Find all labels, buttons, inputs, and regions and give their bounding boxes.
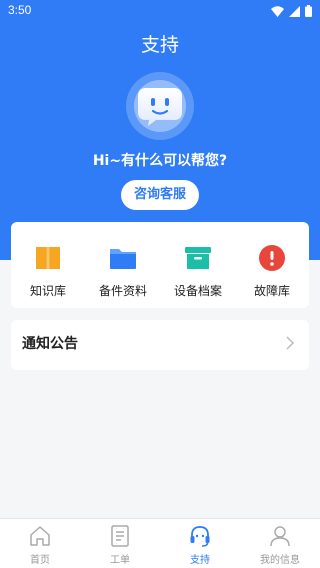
- tab-label: 支持: [190, 555, 210, 566]
- home-icon: [30, 526, 50, 546]
- notice-row[interactable]: 通知公告: [11, 320, 309, 370]
- quick-link-fault-library[interactable]: 故障库: [235, 222, 309, 308]
- chatbot-icon: [138, 88, 182, 126]
- notice-title: 通知公告: [22, 336, 78, 352]
- tab-work-order[interactable]: 工单: [80, 519, 160, 568]
- headset-icon: [190, 526, 210, 547]
- tab-label: 工单: [110, 555, 130, 566]
- document-icon: [111, 525, 129, 547]
- bottom-tabbar: 首页 工单 支持 我的信息: [0, 518, 320, 568]
- tab-support[interactable]: 支持: [160, 519, 240, 568]
- status-time: 3:50: [8, 3, 32, 17]
- folder-icon: [110, 249, 136, 269]
- quick-links-card: 知识库 备件资料 设备档案 故障库: [11, 222, 309, 308]
- battery-icon: [305, 5, 312, 17]
- chevron-right-icon: [286, 336, 295, 350]
- book-icon: [36, 247, 60, 269]
- user-icon: [270, 526, 290, 547]
- tab-home[interactable]: 首页: [0, 519, 80, 568]
- signal-icon: [289, 5, 300, 17]
- tab-my-info[interactable]: 我的信息: [240, 519, 320, 568]
- alert-icon: [259, 245, 285, 271]
- quick-link-label: 设备档案: [173, 284, 222, 298]
- status-bar: 3:50: [0, 0, 320, 22]
- tab-label: 我的信息: [260, 555, 300, 566]
- status-icons: [271, 5, 312, 17]
- quick-link-equipment-archive[interactable]: 设备档案: [161, 222, 235, 308]
- wifi-icon: [271, 5, 284, 17]
- page-title: 支持: [140, 34, 179, 56]
- consult-service-button[interactable]: 咨询客服: [121, 180, 199, 210]
- quick-link-label: 备件资料: [98, 284, 147, 298]
- archive-box-icon: [185, 247, 211, 269]
- greeting-text: Hi~有什么可以帮您?: [92, 153, 228, 169]
- quick-link-label: 知识库: [29, 284, 66, 298]
- quick-link-knowledge-base[interactable]: 知识库: [11, 222, 85, 308]
- quick-link-spare-parts[interactable]: 备件资料: [86, 222, 160, 308]
- quick-link-label: 故障库: [253, 284, 290, 298]
- tab-label: 首页: [30, 555, 50, 566]
